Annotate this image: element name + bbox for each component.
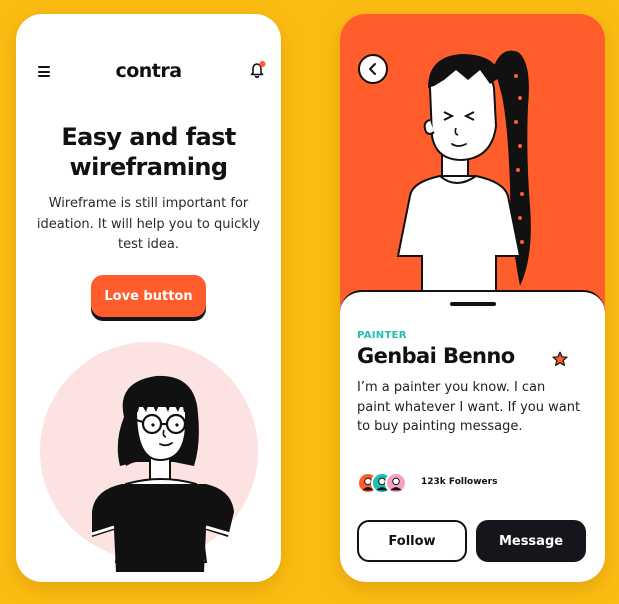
- drag-handle[interactable]: [450, 302, 496, 306]
- top-bar: contra: [16, 60, 281, 84]
- person-illustration: [396, 50, 531, 306]
- back-button[interactable]: [358, 54, 388, 84]
- girl-illustration: [91, 375, 234, 572]
- message-button[interactable]: Message: [476, 520, 586, 562]
- star-icon: [552, 351, 568, 366]
- follow-button[interactable]: Follow: [357, 520, 467, 562]
- left-phone-screen: contra Easy and fast wireframing Wirefra…: [16, 14, 281, 582]
- profile-card: PAINTER Genbai Benno I’m a painter you k…: [340, 290, 605, 582]
- chevron-left-icon: [369, 63, 376, 75]
- profile-bio: I’m a painter you know. I can paint what…: [357, 380, 581, 434]
- profile-name: Genbai Benno: [357, 344, 515, 368]
- name-row: Genbai Benno: [357, 344, 595, 374]
- love-button[interactable]: Love button: [91, 275, 206, 317]
- bell-icon[interactable]: [249, 60, 267, 80]
- right-phone-screen: PAINTER Genbai Benno I’m a painter you k…: [340, 14, 605, 582]
- headline: Easy and fast wireframing: [61, 123, 236, 181]
- profile-role: PAINTER: [357, 330, 407, 341]
- subtext: Wireframe is still important for ideatio…: [36, 196, 261, 252]
- app-logo: contra: [115, 60, 182, 82]
- followers-count: 123k Followers: [421, 477, 498, 487]
- follower-avatar: [385, 472, 407, 494]
